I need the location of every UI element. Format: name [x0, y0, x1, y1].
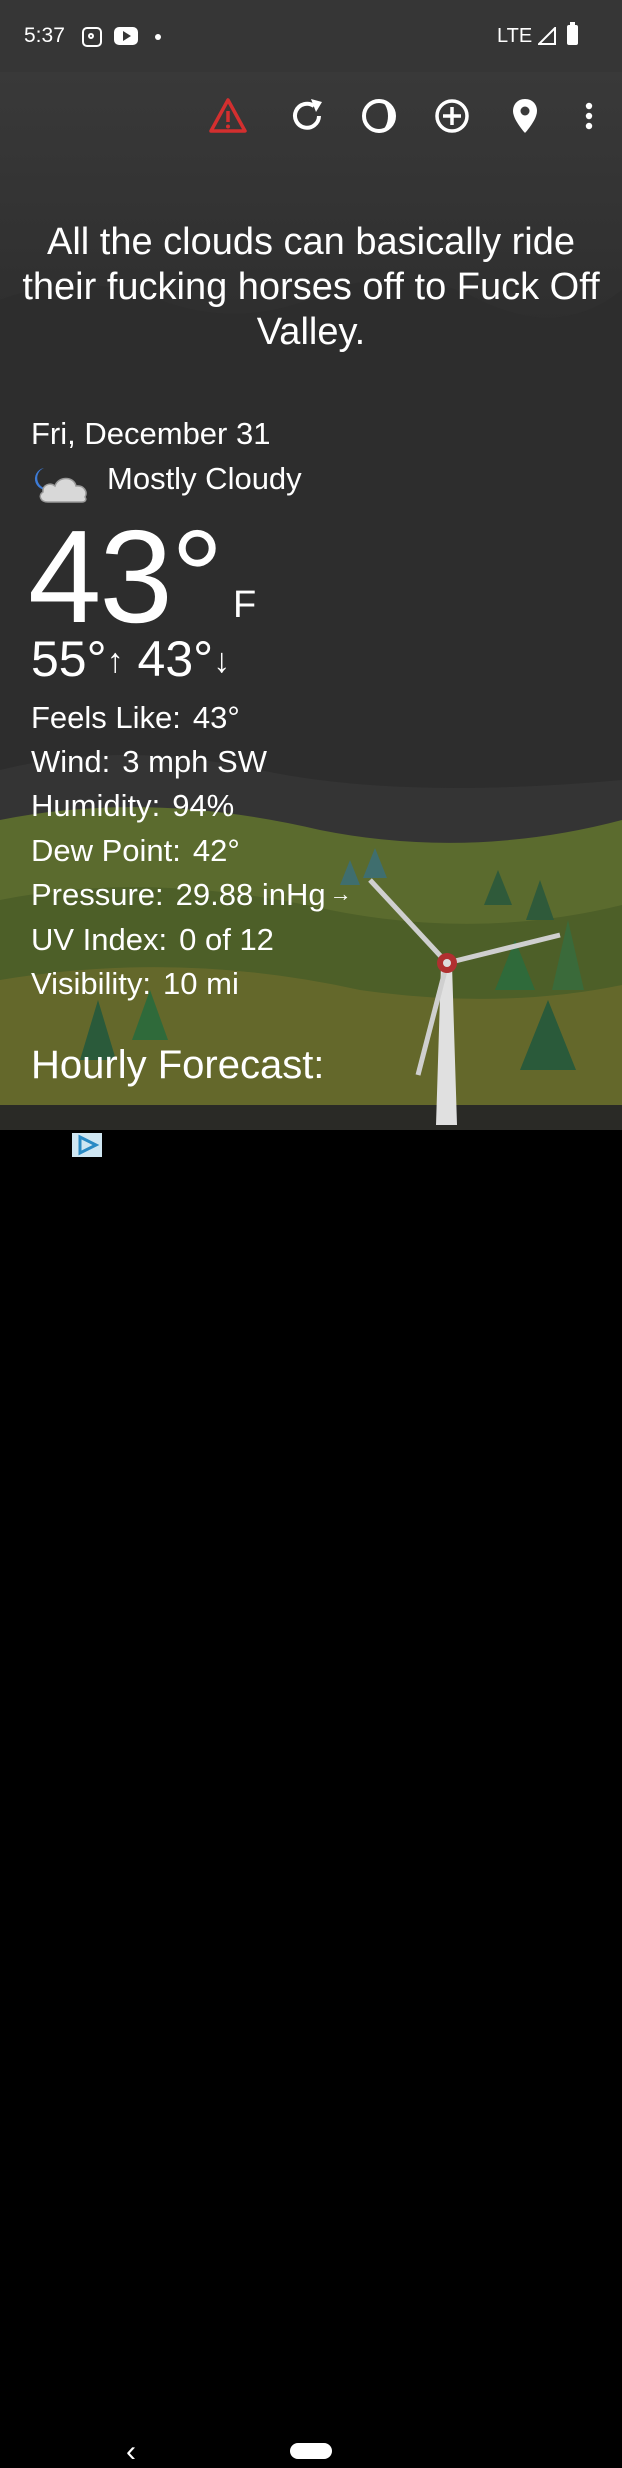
- uv-index-row: UV Index: 0 of 12: [31, 922, 274, 958]
- wind-label: Wind:: [31, 744, 111, 779]
- status-bar: 5:37 LTE: [0, 0, 622, 72]
- network-type: LTE: [497, 25, 533, 47]
- pressure-row: Pressure: 29.88 inHg →: [31, 877, 352, 913]
- location-pin-icon[interactable]: [505, 96, 545, 136]
- wind-value: 3 mph SW: [122, 744, 267, 779]
- visibility-value: 10 mi: [163, 966, 239, 1001]
- refresh-icon[interactable]: [287, 96, 327, 136]
- hourly-forecast-heading: Hourly Forecast:: [31, 1043, 325, 1087]
- signal-icon: [538, 27, 556, 45]
- theme-icon[interactable]: [359, 96, 399, 136]
- uv-index-value: 0 of 12: [179, 922, 274, 957]
- current-condition: Mostly Cloudy: [107, 461, 302, 496]
- dew-point-row: Dew Point: 42°: [31, 833, 240, 869]
- more-vert-icon[interactable]: [569, 96, 609, 136]
- high-low-temperature: 55°↑ 43°↓: [31, 630, 230, 688]
- uv-index-label: UV Index:: [31, 922, 168, 957]
- high-temperature: 55°: [31, 631, 107, 687]
- low-arrow-icon: ↓: [213, 642, 231, 680]
- instagram-icon: [82, 27, 102, 47]
- pressure-label: Pressure:: [31, 877, 164, 912]
- weather-app: 5:37 LTE All the clouds can basically ri…: [0, 0, 622, 1130]
- wind-row: Wind: 3 mph SW: [31, 744, 267, 780]
- youtube-icon: [114, 27, 138, 45]
- ad-choices-icon[interactable]: [72, 1133, 102, 1157]
- feels-like-row: Feels Like: 43°: [31, 700, 240, 736]
- visibility-label: Visibility:: [31, 966, 152, 1001]
- dew-point-label: Dew Point:: [31, 833, 181, 868]
- feels-like-value: 43°: [192, 700, 240, 735]
- humidity-label: Humidity:: [31, 788, 161, 823]
- navigation-bar: ‹: [0, 1209, 622, 2467]
- current-temperature: 43°: [28, 503, 224, 650]
- temperature-unit: F: [233, 584, 257, 626]
- high-arrow-icon: ↑: [106, 642, 124, 680]
- feels-like-label: Feels Like:: [31, 700, 181, 735]
- pressure-trend-icon: →: [329, 881, 352, 906]
- low-temperature: 43°: [137, 631, 214, 687]
- dew-point-value: 42°: [192, 833, 240, 868]
- battery-icon: [567, 22, 578, 45]
- humidity-row: Humidity: 94%: [31, 788, 234, 824]
- pressure-value: 29.88 inHg: [175, 877, 326, 912]
- status-time: 5:37: [24, 24, 65, 47]
- weather-quote: All the clouds can basically ride their …: [22, 221, 600, 353]
- back-button[interactable]: ‹: [126, 2437, 136, 2467]
- notification-dot-icon: [155, 34, 161, 40]
- alert-icon[interactable]: [208, 96, 248, 136]
- add-location-icon[interactable]: [432, 96, 472, 136]
- moon-cloud-icon: [34, 468, 87, 503]
- current-date: Fri, December 31: [31, 416, 271, 451]
- home-button[interactable]: [290, 2443, 332, 2459]
- humidity-value: 94%: [172, 788, 235, 823]
- visibility-row: Visibility: 10 mi: [31, 966, 239, 1002]
